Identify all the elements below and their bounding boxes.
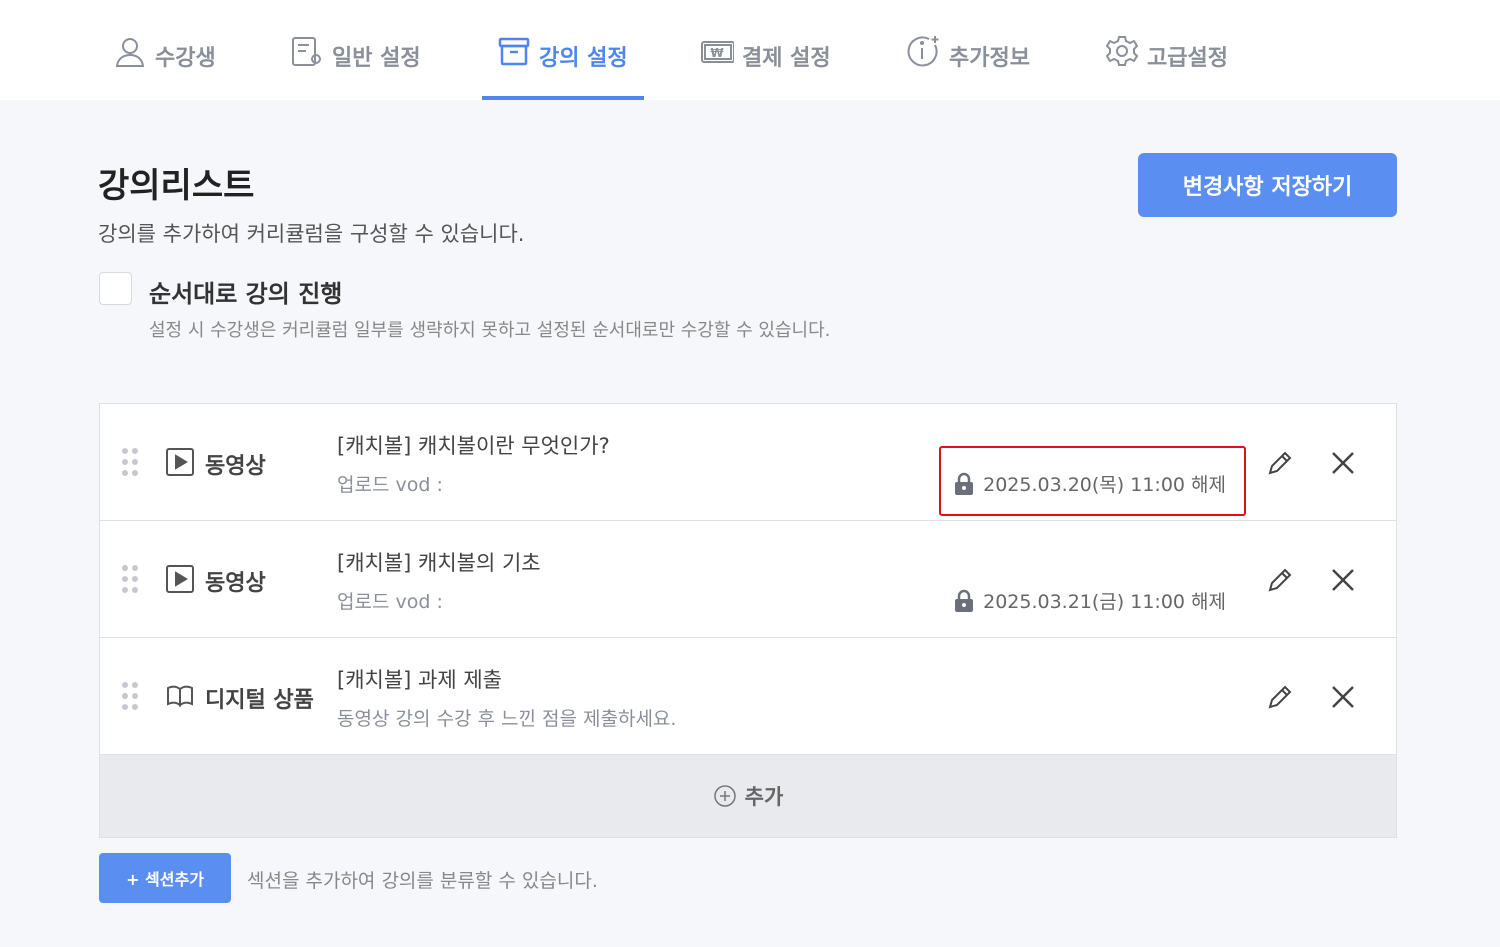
lecture-title: [캐치볼] 캐치볼의 기초 bbox=[337, 551, 541, 575]
tab-lecture-settings[interactable]: 강의 설정 bbox=[497, 37, 628, 100]
tab-label: 수강생 bbox=[155, 46, 216, 71]
lecture-type-label: 디지털 상품 bbox=[205, 688, 314, 713]
drag-handle-icon[interactable] bbox=[122, 448, 140, 478]
tab-students[interactable]: 수강생 bbox=[113, 38, 216, 100]
tab-label: 일반 설정 bbox=[332, 46, 421, 71]
drag-handle-icon[interactable] bbox=[122, 565, 140, 595]
close-icon[interactable] bbox=[1329, 683, 1357, 711]
lecture-type-label: 동영상 bbox=[205, 454, 266, 479]
save-changes-button[interactable]: 변경사항 저장하기 bbox=[1138, 153, 1397, 217]
plus-circle-icon bbox=[713, 785, 736, 807]
edit-icon[interactable] bbox=[1265, 448, 1295, 478]
close-icon[interactable] bbox=[1329, 449, 1357, 477]
active-tab-indicator bbox=[482, 96, 644, 100]
lecture-row: 디지털 상품 [캐치볼] 과제 제출 동영상 강의 수강 후 느낀 점을 제출하… bbox=[100, 638, 1396, 755]
gear-icon bbox=[1105, 36, 1139, 66]
page-description: 강의를 추가하여 커리큘럼을 구성할 수 있습니다. bbox=[98, 222, 525, 246]
lecture-row: 동영상 [캐치볼] 캐치볼의 기초 업로드 vod : 2025.03.21(금… bbox=[100, 521, 1396, 638]
lecture-row: 동영상 [캐치볼] 캐치볼이란 무엇인가? 업로드 vod : 2025.03.… bbox=[100, 404, 1396, 521]
close-icon[interactable] bbox=[1329, 566, 1357, 594]
lock-icon bbox=[955, 589, 974, 612]
tab-label: 추가정보 bbox=[949, 46, 1030, 71]
open-book-icon bbox=[167, 685, 193, 707]
lecture-title: [캐치볼] 과제 제출 bbox=[337, 668, 502, 692]
tab-additional-info[interactable]: 추가정보 bbox=[907, 36, 1030, 100]
lecture-subtitle: 업로드 vod : bbox=[337, 474, 443, 496]
edit-icon[interactable] bbox=[1265, 565, 1295, 595]
add-section-button[interactable]: + 섹션추가 bbox=[99, 853, 231, 903]
tab-label: 결제 설정 bbox=[742, 46, 831, 71]
tab-payment-settings[interactable]: ₩ 결제 설정 bbox=[700, 40, 831, 100]
highlight-annotation bbox=[939, 446, 1246, 516]
tab-label: 고급설정 bbox=[1147, 46, 1228, 71]
sequential-description: 설정 시 수강생은 커리큘럼 일부를 생략하지 못하고 설정된 순서대로만 수강… bbox=[149, 320, 831, 341]
lecture-list: 동영상 [캐치볼] 캐치볼이란 무엇인가? 업로드 vod : 2025.03.… bbox=[99, 403, 1397, 838]
page-title: 강의리스트 bbox=[98, 166, 255, 206]
info-plus-icon bbox=[907, 36, 939, 67]
add-label: 추가 bbox=[744, 785, 784, 809]
user-icon bbox=[115, 38, 145, 67]
lecture-subtitle: 동영상 강의 수강 후 느낀 점을 제출하세요. bbox=[337, 708, 677, 730]
tab-label: 강의 설정 bbox=[539, 46, 628, 71]
won-bill-icon: ₩ bbox=[701, 41, 734, 63]
lecture-type-label: 동영상 bbox=[205, 571, 266, 596]
lecture-subtitle: 업로드 vod : bbox=[337, 591, 443, 613]
document-settings-icon bbox=[292, 37, 321, 66]
unlock-schedule: 2025.03.21(금) 11:00 해제 bbox=[953, 587, 1226, 614]
tab-bar: 수강생 일반 설정 강의 설정 ₩ 결제 설정 추가정보 고급설정 bbox=[0, 0, 1500, 100]
section-description: 섹션을 추가하여 강의를 분류할 수 있습니다. bbox=[247, 870, 598, 892]
play-video-icon bbox=[166, 448, 194, 476]
sequential-label: 순서대로 강의 진행 bbox=[149, 280, 343, 308]
add-lecture-button[interactable]: 추가 bbox=[100, 755, 1396, 837]
lecture-title: [캐치볼] 캐치볼이란 무엇인가? bbox=[337, 434, 610, 458]
tab-advanced-settings[interactable]: 고급설정 bbox=[1105, 36, 1228, 100]
play-video-icon bbox=[166, 565, 194, 593]
sequential-checkbox[interactable] bbox=[99, 272, 132, 305]
svg-text:₩: ₩ bbox=[710, 46, 724, 60]
edit-icon[interactable] bbox=[1265, 682, 1295, 712]
tab-general-settings[interactable]: 일반 설정 bbox=[290, 37, 421, 100]
unlock-date: 2025.03.21(금) 11:00 해제 bbox=[983, 591, 1226, 613]
drag-handle-icon[interactable] bbox=[122, 682, 140, 712]
archive-box-icon bbox=[498, 37, 530, 66]
